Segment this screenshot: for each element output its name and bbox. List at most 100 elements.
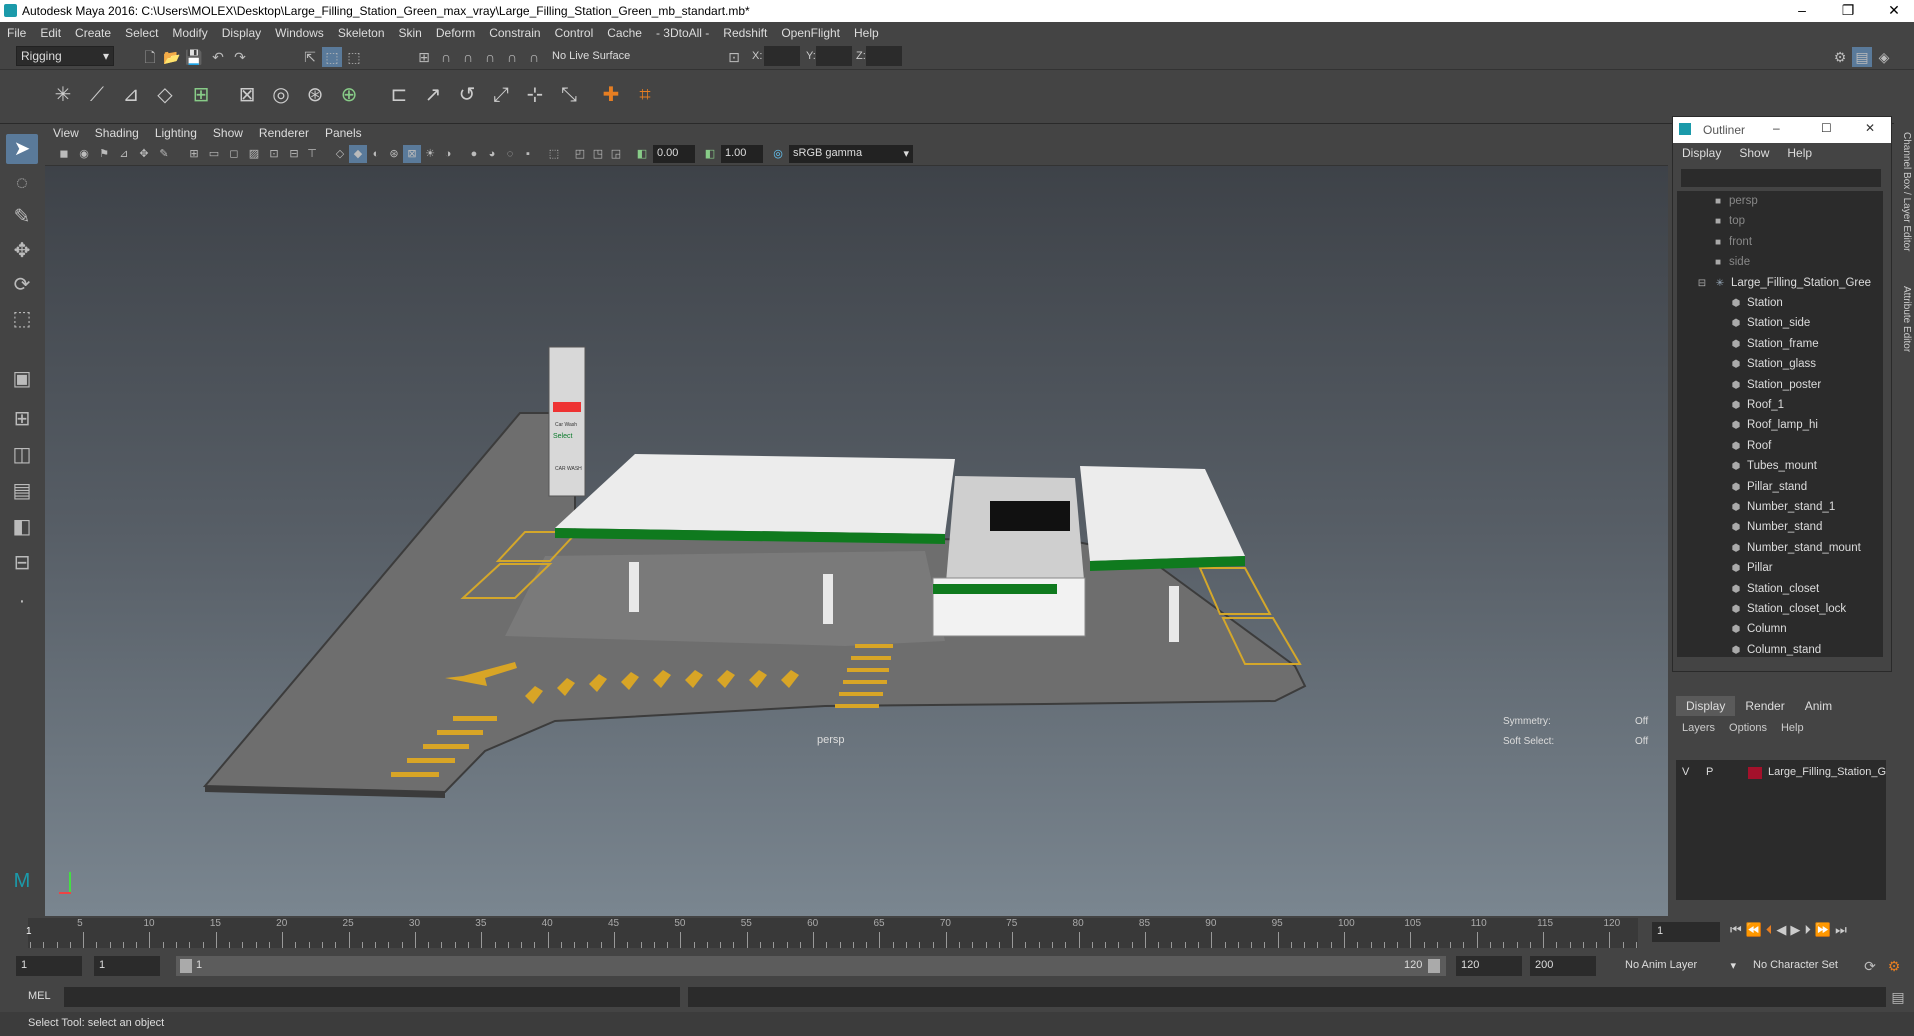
viewport-menu-show[interactable]: Show [205,126,251,140]
layer-visibility-toggle[interactable]: V [1682,766,1689,778]
menu-cache[interactable]: Cache [600,26,649,40]
use-all-lights-icon[interactable]: ☀ [421,145,439,163]
rotate-tool-icon[interactable]: ⟳ [6,270,38,300]
outliner-item-mesh[interactable]: ⬢ Station [1677,293,1883,313]
channel-box-tab[interactable]: Channel Box / Layer Editor [1896,132,1912,252]
maximize-button[interactable]: ☐ [1821,121,1832,135]
snap-curve-icon[interactable]: ∩ [436,47,456,67]
safe-action-icon[interactable]: ⊟ [285,145,303,163]
key-attribute-icon[interactable]: ⌗ [630,80,660,110]
menu-control[interactable]: Control [548,26,601,40]
add-attribute-icon[interactable]: ✚ [596,80,626,110]
select-object-icon[interactable]: ⬚ [322,47,342,67]
open-scene-icon[interactable]: 📂 [162,47,182,67]
move-tool-icon[interactable]: ✥ [6,236,38,266]
step-back-key-icon[interactable]: ⏪ [1746,922,1762,938]
constraint-point-icon[interactable]: ⊏ [384,80,414,110]
undo-icon[interactable]: ↶ [208,47,228,67]
character-set-dropdown[interactable]: No Character Set [1748,956,1862,976]
current-frame-field[interactable]: 1 [1652,922,1720,942]
layer-color-swatch[interactable] [1748,767,1762,779]
range-start-handle[interactable] [180,959,192,973]
blend-shape-icon[interactable]: ⊕ [334,80,364,110]
constraint-pole-icon[interactable]: ⤡ [554,80,584,110]
exposure-field[interactable]: 0.00 [653,145,695,163]
transform-constraint-icon[interactable]: ⊡ [724,47,744,67]
viewport-menu-lighting[interactable]: Lighting [147,126,205,140]
snap-surface-icon[interactable]: ∩ [502,47,522,67]
z-field[interactable] [866,46,902,66]
film-gate-icon[interactable]: ▭ [205,145,223,163]
viewport-menu-shading[interactable]: Shading [87,126,147,140]
select-tool-icon[interactable]: ➤ [6,134,38,164]
outliner-item-mesh[interactable]: ⬢ Roof_1 [1677,395,1883,415]
scale-tool-icon[interactable]: ⬚ [6,304,38,334]
menu-edit[interactable]: Edit [33,26,68,40]
layer-editor-toggle-icon[interactable]: ◈ [1874,47,1894,67]
outliner-item-mesh[interactable]: ⬢ Roof [1677,436,1883,456]
create-joint-icon[interactable]: ✳ [48,80,78,110]
select-hierarchy-icon[interactable]: ⇱ [300,47,320,67]
outliner-item-mesh[interactable]: ⬢ Station_glass [1677,354,1883,374]
motion-blur-icon[interactable]: ◕ [483,145,501,163]
play-backward-icon[interactable]: ◀ [1776,922,1786,938]
options-menu[interactable]: Options [1729,722,1767,734]
playback-start-field[interactable]: 1 [94,956,160,976]
default-material-icon[interactable]: ◐ [367,145,385,163]
step-forward-frame-icon[interactable]: ⏵ [1804,922,1811,938]
minimize-button[interactable]: – [1792,2,1812,20]
snap-view-icon[interactable]: ∩ [480,47,500,67]
locator-icon[interactable]: ⊞ [186,80,216,110]
save-scene-icon[interactable]: 💾 [184,47,204,67]
menu-create[interactable]: Create [68,26,118,40]
outliner-layout-icon[interactable]: ▤ [6,476,38,506]
wrap-icon[interactable]: ⊛ [300,80,330,110]
menu-constrain[interactable]: Constrain [482,26,547,40]
wireframe-on-shaded-icon[interactable]: ⊛ [385,145,403,163]
animation-end-field[interactable]: 200 [1530,956,1596,976]
snap-live-icon[interactable]: ∩ [524,47,544,67]
x-field[interactable] [764,46,800,66]
gamma-field[interactable]: 1.00 [721,145,763,163]
anim-layer-dropdown[interactable]: No Anim Layer ▾ [1620,956,1738,976]
field-chart-icon[interactable]: ⊡ [265,145,283,163]
smooth-shade-icon[interactable]: ◆ [349,145,367,163]
xray-icon[interactable]: ◰ [571,145,589,163]
menu-3dtoall[interactable]: - 3DtoAll - [649,26,716,40]
play-forward-icon[interactable]: ▶ [1790,922,1800,938]
viewport-menu-panels[interactable]: Panels [317,126,370,140]
grease-pencil-icon[interactable]: ✎ [155,145,173,163]
close-button[interactable]: ✕ [1865,121,1875,135]
hypershade-layout-icon[interactable]: ⊟ [6,548,38,578]
outliner-item-camera[interactable]: ■ top [1677,211,1883,231]
menuset-dropdown[interactable]: Rigging ▾ [16,46,114,66]
outliner-item-mesh[interactable]: ⬢ Roof_lamp_hi [1677,415,1883,435]
constraint-aim-icon[interactable]: ↗ [418,80,448,110]
depth-of-field-icon[interactable]: ▪ [519,145,537,163]
outliner-menu-display[interactable]: Display [1673,146,1730,160]
custom-layout-icon[interactable]: · [6,586,38,616]
safe-title-icon[interactable]: ⊤ [303,145,321,163]
xray-joints-icon[interactable]: ◳ [589,145,607,163]
menu-skin[interactable]: Skin [392,26,429,40]
outliner-item-camera[interactable]: ■ persp [1677,191,1883,211]
resolution-gate-icon[interactable]: ◻ [225,145,243,163]
shadows-icon[interactable]: ◑ [439,145,457,163]
snap-point-icon[interactable]: ∩ [458,47,478,67]
menu-select[interactable]: Select [118,26,165,40]
constraint-orient-icon[interactable]: ↺ [452,80,482,110]
select-camera-icon[interactable]: ◼ [55,145,73,163]
close-button[interactable]: ✕ [1884,2,1904,20]
tab-render[interactable]: Render [1735,696,1794,716]
screen-space-ao-icon[interactable]: ● [465,145,483,163]
restore-button[interactable]: ❐ [1838,2,1858,20]
menu-modify[interactable]: Modify [165,26,214,40]
wireframe-icon[interactable]: ◇ [331,145,349,163]
new-scene-icon[interactable]: 🗋 [140,47,160,67]
ik-spline-icon[interactable]: ⊿ [116,80,146,110]
outliner-item-mesh[interactable]: ⬢ Pillar_stand [1677,477,1883,497]
menu-redshift[interactable]: Redshift [716,26,774,40]
range-bar[interactable]: 1 120 [176,956,1446,976]
constraint-parent-icon[interactable]: ⊹ [520,80,550,110]
two-d-pan-icon[interactable]: ✥ [135,145,153,163]
